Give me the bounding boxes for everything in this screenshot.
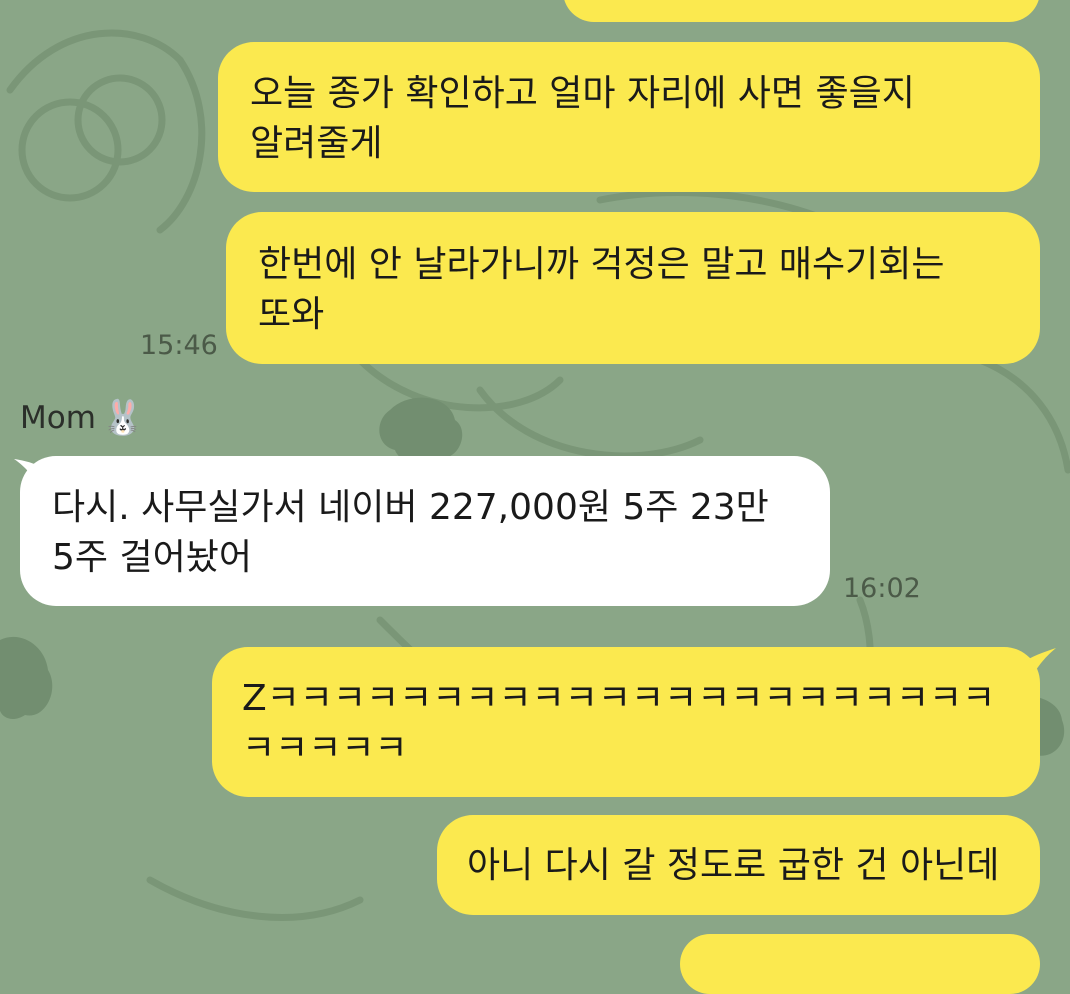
message-bubble[interactable]: Zㅋㅋㅋㅋㅋㅋㅋㅋㅋㅋㅋㅋㅋㅋㅋㅋㅋㅋㅋㅋㅋㅋㅋㅋㅋㅋㅋ	[212, 647, 1040, 797]
message-text: 아니 다시 갈 정도로 굽한 건 아닌데	[467, 845, 1000, 886]
message-bubble[interactable]: 다시. 사무실가서 네이버 227,000원 5주 23만 5주 걸어놨어	[20, 456, 830, 606]
message-bubble[interactable]: 아니 다시 갈 정도로 굽한 건 아닌데	[437, 815, 1040, 915]
sender-name-text: Mom	[20, 400, 96, 436]
message-timestamp: 16:02	[843, 573, 921, 604]
sender-name: Mom 🐰	[20, 398, 144, 438]
message-bubble-partial	[563, 0, 1040, 22]
message-text: 오늘 종가 확인하고 얼마 자리에 사면 좋을지 알려줄게	[250, 73, 915, 164]
message-text: Zㅋㅋㅋㅋㅋㅋㅋㅋㅋㅋㅋㅋㅋㅋㅋㅋㅋㅋㅋㅋㅋㅋㅋㅋㅋㅋㅋ	[242, 678, 996, 769]
message-timestamp: 15:46	[140, 330, 218, 361]
message-text: 한번에 안 날라가니까 걱정은 말고 매수기회는 또와	[258, 244, 945, 335]
rabbit-emoji-icon: 🐰	[101, 398, 145, 438]
message-bubble-partial	[680, 934, 1040, 994]
message-bubble[interactable]: 오늘 종가 확인하고 얼마 자리에 사면 좋을지 알려줄게	[218, 42, 1040, 192]
message-text: 다시. 사무실가서 네이버 227,000원 5주 23만 5주 걸어놨어	[52, 487, 769, 578]
message-bubble[interactable]: 한번에 안 날라가니까 걱정은 말고 매수기회는 또와	[226, 212, 1040, 364]
